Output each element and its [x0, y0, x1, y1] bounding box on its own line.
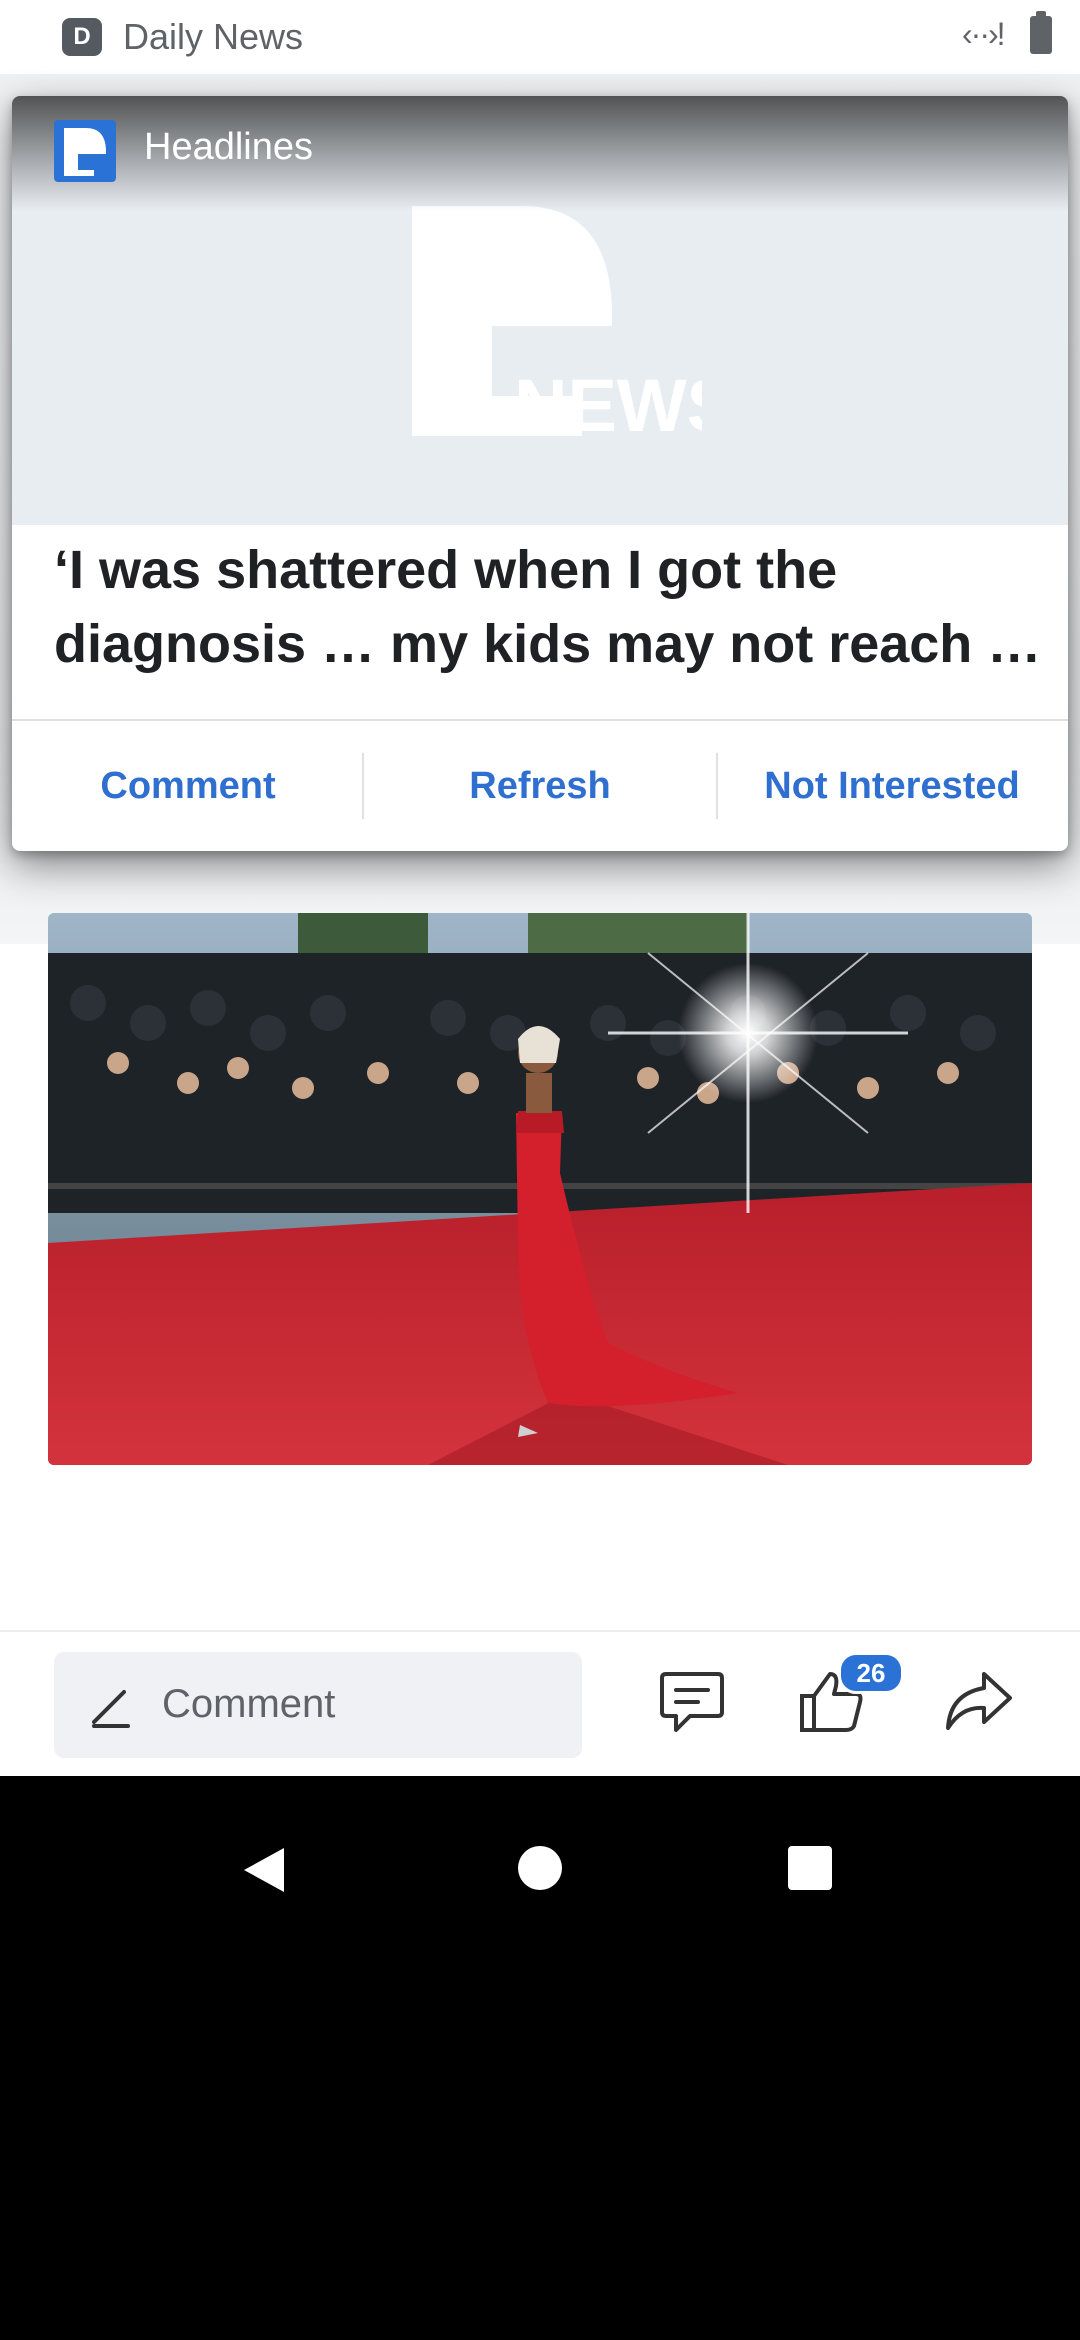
- hero-logo-text: NEWS: [514, 364, 702, 436]
- comment-icon[interactable]: [656, 1666, 728, 1738]
- article-action-bar: Comment 26: [0, 1630, 1080, 1778]
- refresh-action-button[interactable]: Refresh: [364, 721, 716, 851]
- home-icon[interactable]: [518, 1846, 562, 1890]
- comment-input[interactable]: Comment: [54, 1652, 582, 1758]
- app-badge-icon: D: [62, 18, 102, 56]
- notification-app-label: Headlines: [144, 126, 313, 168]
- pencil-icon: [92, 1690, 130, 1728]
- notification-title[interactable]: ‘I was shattered when I got the diagnosi…: [54, 533, 1044, 681]
- network-icon: ‹··›!: [962, 16, 1005, 52]
- comment-action-button[interactable]: Comment: [12, 721, 364, 851]
- status-bar: D Daily News ‹··›!: [0, 0, 1080, 74]
- back-icon[interactable]: [242, 1846, 286, 1894]
- status-app-name: Daily News: [123, 16, 304, 57]
- navigation-bar: [0, 1776, 1080, 2340]
- red-carpet-image: [48, 913, 1032, 1465]
- dnews-app-icon: [54, 120, 116, 182]
- comment-placeholder: Comment: [162, 1682, 336, 1726]
- headline-notification[interactable]: NEWS Headlines ‘I was shattered when I g…: [12, 96, 1068, 851]
- dnews-logo-icon: NEWS: [412, 206, 702, 436]
- share-icon[interactable]: [942, 1666, 1014, 1738]
- recents-icon[interactable]: [788, 1846, 832, 1890]
- article-photo[interactable]: [48, 913, 1032, 1465]
- not-interested-action-button[interactable]: Not Interested: [716, 721, 1068, 851]
- like-count-badge: 26: [838, 1652, 904, 1694]
- battery-icon: [1030, 11, 1052, 54]
